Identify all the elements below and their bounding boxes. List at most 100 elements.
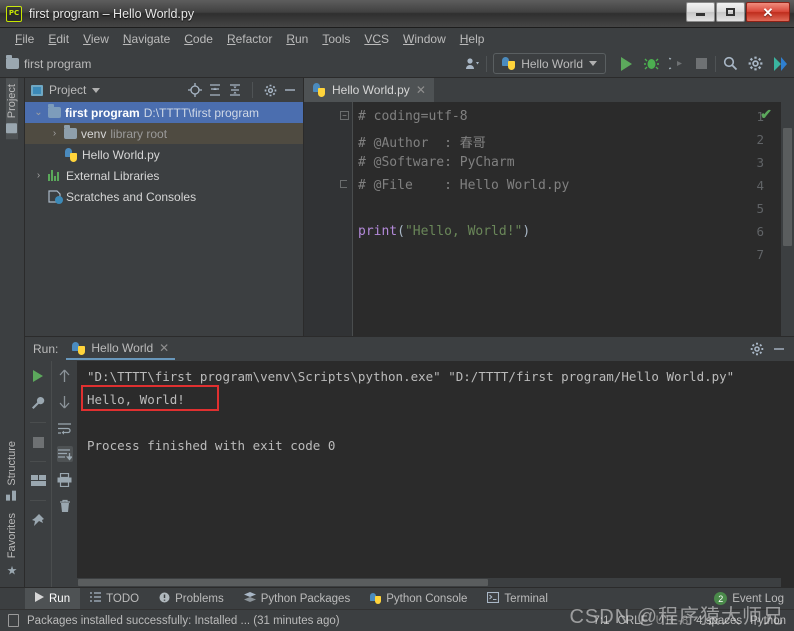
tool-window-python-console-label: Python Console xyxy=(386,592,468,605)
menu-code[interactable]: Code xyxy=(177,30,220,48)
run-tab-hello-world[interactable]: Hello World ✕ xyxy=(66,338,176,360)
menu-view[interactable]: View xyxy=(76,30,116,48)
tree-node-external-libraries[interactable]: › External Libraries xyxy=(25,165,303,186)
run-configuration-label: Hello World xyxy=(521,56,583,71)
chevron-down-icon[interactable] xyxy=(92,87,101,93)
trash-icon[interactable] xyxy=(57,498,73,514)
stop-icon[interactable] xyxy=(30,434,46,450)
code-editor[interactable]: 1 2 3 4 5 6 7 − # coding=utf-8 # @Author… xyxy=(304,102,794,336)
close-icon[interactable]: ✕ xyxy=(416,83,426,97)
close-icon[interactable]: ✕ xyxy=(159,341,169,355)
menu-help[interactable]: Help xyxy=(453,30,492,48)
fold-marker-icon[interactable]: − xyxy=(340,111,349,120)
tree-node-scratches-and-consoles[interactable]: Scratches and Consoles xyxy=(25,186,303,207)
minimize-icon[interactable] xyxy=(283,83,297,97)
fold-end-marker-icon[interactable] xyxy=(340,180,347,188)
tree-node-hello-world-py[interactable]: Hello World.py xyxy=(25,144,303,165)
down-arrow-icon[interactable] xyxy=(57,394,73,410)
menu-window[interactable]: Window xyxy=(396,30,453,48)
scrollbar-thumb[interactable] xyxy=(783,128,792,246)
tree-node-first-program[interactable]: ⌄ first program D:\TTTT\first program xyxy=(25,102,303,123)
status-encoding[interactable]: UTF-8 xyxy=(656,615,689,627)
layout-icon[interactable] xyxy=(30,473,46,489)
sidebar-tab-favorites-label: Favorites xyxy=(6,512,18,558)
menu-edit[interactable]: Edit xyxy=(41,30,76,48)
sidebar-tab-structure[interactable]: Structure xyxy=(6,435,18,507)
chevron-right-icon[interactable]: › xyxy=(33,170,44,181)
menu-run-mnemonic: R xyxy=(286,32,295,46)
wrench-icon[interactable] xyxy=(30,395,46,411)
console-hscrollbar[interactable] xyxy=(77,578,781,587)
up-arrow-icon[interactable] xyxy=(57,368,73,384)
status-message[interactable]: Packages installed successfully: Install… xyxy=(27,615,340,627)
editor-tab-hello-world-py[interactable]: Hello World.py ✕ xyxy=(304,78,434,102)
rerun-icon[interactable] xyxy=(30,368,46,384)
main-body: Project Structure ★ Favorites Project ⌄ … xyxy=(0,78,794,587)
run-icon[interactable] xyxy=(618,56,634,72)
inspection-status-icon[interactable]: ✔ xyxy=(760,106,772,123)
minimize-icon[interactable] xyxy=(772,342,786,356)
chevron-down-icon[interactable]: ⌄ xyxy=(33,107,44,118)
status-caret-position[interactable]: 7:1 xyxy=(594,615,610,627)
status-interpreter[interactable]: Python xyxy=(750,615,786,627)
menu-bar: File Edit View Navigate Code Refactor Ru… xyxy=(0,28,794,50)
run-configuration-selector[interactable]: Hello World xyxy=(493,53,606,74)
menu-tools[interactable]: Tools xyxy=(315,30,357,48)
chevron-right-icon[interactable]: › xyxy=(49,128,60,139)
tree-node-venv[interactable]: › venv library root xyxy=(25,123,303,144)
menu-run[interactable]: Run xyxy=(279,30,315,48)
settings-icon[interactable] xyxy=(747,56,763,72)
tree-node-label: Scratches and Consoles xyxy=(66,189,197,204)
close-button[interactable]: ✕ xyxy=(746,2,790,22)
code-line-4: # @File : Hello World.py xyxy=(358,178,569,193)
run-console-output[interactable]: "D:\TTTT\first program\venv\Scripts\pyth… xyxy=(77,361,794,587)
tool-window-python-packages[interactable]: Python Packages xyxy=(234,588,361,610)
menu-navigate-label: avigate xyxy=(131,32,171,46)
tool-window-event-log[interactable]: 2 Event Log xyxy=(704,588,794,610)
expand-all-icon[interactable] xyxy=(208,83,222,97)
menu-refactor[interactable]: Refactor xyxy=(220,30,279,48)
gear-icon[interactable] xyxy=(750,342,764,356)
tool-window-python-console[interactable]: Python Console xyxy=(360,588,477,610)
coverage-icon[interactable] xyxy=(668,56,684,72)
breadcrumb-label: first program xyxy=(24,56,92,71)
editor-scrollbar[interactable] xyxy=(781,102,794,336)
menu-vcs-label: S xyxy=(381,32,390,46)
tool-window-event-log-label: Event Log xyxy=(732,592,784,605)
minimize-button[interactable] xyxy=(686,2,715,22)
status-indent[interactable]: 4 spaces xyxy=(696,615,742,627)
updates-icon[interactable] xyxy=(772,56,788,72)
scrollbar-thumb[interactable] xyxy=(78,579,488,586)
debug-icon[interactable] xyxy=(643,56,659,72)
sidebar-tab-project[interactable]: Project xyxy=(6,78,18,140)
annotation-highlight-box xyxy=(81,385,219,411)
stop-icon[interactable] xyxy=(693,56,709,72)
tool-window-run-label: Run xyxy=(49,592,71,605)
line-number: 5 xyxy=(756,201,764,216)
scroll-to-end-icon[interactable] xyxy=(56,446,73,462)
status-line-separator[interactable]: CRLF xyxy=(618,615,648,627)
menu-navigate-mnemonic: N xyxy=(122,32,132,46)
user-icon[interactable] xyxy=(464,56,480,72)
menu-navigate[interactable]: Navigate xyxy=(116,30,177,48)
sidebar-tab-favorites[interactable]: ★ Favorites xyxy=(5,507,19,583)
print-icon[interactable] xyxy=(57,472,73,488)
notification-icon[interactable] xyxy=(8,614,19,627)
maximize-button[interactable] xyxy=(716,2,745,22)
tool-window-todo[interactable]: TODO xyxy=(80,588,149,610)
menu-file[interactable]: File xyxy=(8,30,41,48)
tool-window-terminal[interactable]: Terminal xyxy=(477,588,557,610)
collapse-all-icon[interactable] xyxy=(228,83,242,97)
gear-icon[interactable] xyxy=(263,83,277,97)
pin-icon[interactable] xyxy=(30,512,46,528)
locate-icon[interactable] xyxy=(188,83,202,97)
scratches-icon xyxy=(48,190,63,204)
breadcrumb[interactable]: first program xyxy=(6,55,92,71)
menu-vcs[interactable]: VCS xyxy=(357,30,396,48)
soft-wrap-icon[interactable] xyxy=(57,420,73,436)
search-icon[interactable] xyxy=(722,56,738,72)
project-tree: ⌄ first program D:\TTTT\first program › … xyxy=(25,102,303,336)
code-line-1: # coding=utf-8 xyxy=(358,109,468,124)
tool-window-run[interactable]: Run xyxy=(25,587,81,610)
tool-window-problems[interactable]: Problems xyxy=(149,588,234,610)
